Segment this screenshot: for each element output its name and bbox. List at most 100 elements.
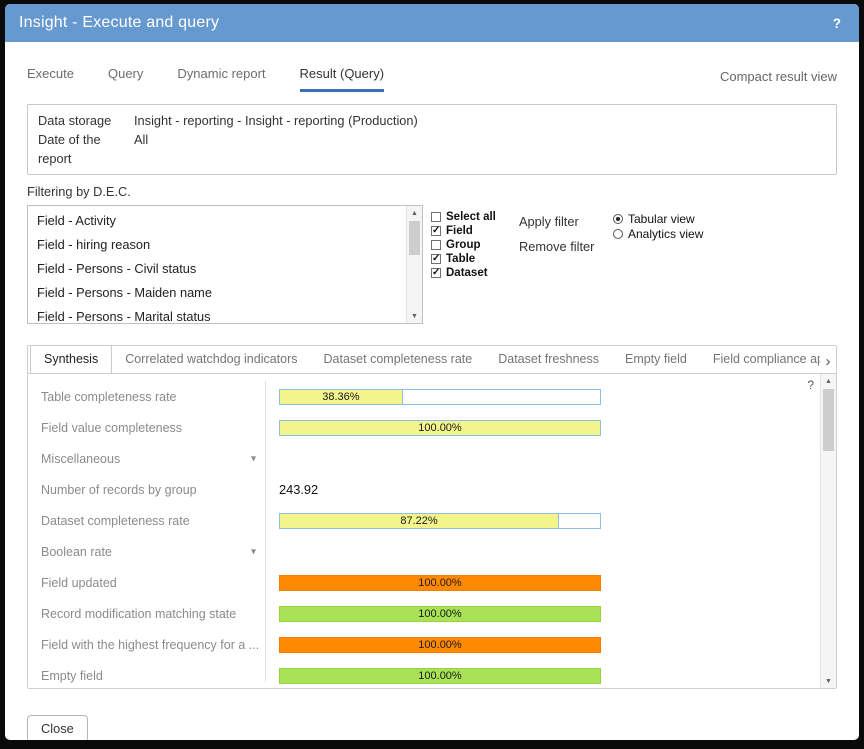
dec-filter-listbox[interactable]: Field - ActivityField - hiring reasonFie… — [27, 205, 423, 324]
checkbox-label: Select all — [446, 211, 496, 223]
scroll-up-icon[interactable]: ▲ — [407, 206, 422, 220]
scroll-down-icon[interactable]: ▼ — [821, 674, 836, 688]
info-row: Date of the reportAll — [38, 130, 826, 168]
compact-result-view-link[interactable]: Compact result view — [720, 69, 837, 92]
tab-result-query[interactable]: Result (Query) — [300, 66, 385, 92]
metric-row-field-value-completeness: Field value completeness 100.00% — [28, 412, 820, 443]
checkbox-label: Field — [446, 225, 473, 237]
results-panel: SynthesisCorrelated watchdog indicatorsD… — [27, 345, 837, 689]
checkbox-box — [431, 240, 441, 250]
list-item[interactable]: Field - hiring reason — [28, 233, 406, 257]
metric-label: Field updated — [28, 576, 265, 590]
metric-gauge: 87.22% — [279, 513, 601, 529]
gauge-track: 100.00% — [279, 606, 601, 622]
gauge-fill: 100.00% — [280, 638, 600, 652]
metric-row-miscellaneous: Miscellaneous▾ — [28, 443, 820, 474]
results-tab-bar: SynthesisCorrelated watchdog indicatorsD… — [28, 346, 836, 374]
result-tab-empty-field[interactable]: Empty field — [612, 346, 700, 373]
info-label: Date of the report — [38, 130, 134, 168]
metric-label: Record modification matching state — [28, 607, 265, 621]
metric-label: Field value completeness — [28, 421, 265, 435]
result-tab-field-compliance-ap[interactable]: Field compliance ap — [700, 346, 836, 373]
radio-label: Tabular view — [628, 212, 695, 226]
remove-filter-button[interactable]: Remove filter — [519, 239, 599, 254]
collapse-arrow-icon[interactable]: ▾ — [251, 546, 256, 557]
radio-label: Analytics view — [628, 227, 703, 241]
apply-filter-button[interactable]: Apply filter — [519, 214, 599, 229]
checkbox-box: ✓ — [431, 268, 441, 278]
tab-overflow-chevron-icon[interactable]: › — [820, 350, 836, 372]
metric-label: Empty field — [28, 669, 265, 683]
tab-dynamic-report[interactable]: Dynamic report — [177, 66, 265, 92]
dialog-window: Insight - Execute and query ? Execute Que… — [5, 4, 859, 740]
collapse-arrow-icon[interactable]: ▾ — [251, 453, 256, 464]
gauge-value: 100.00% — [418, 577, 461, 589]
metric-row-field-updated: Field updated 100.00% — [28, 567, 820, 598]
list-item[interactable]: Field - Persons - Marital status — [28, 305, 406, 323]
checkbox-box — [431, 212, 441, 222]
gauge-fill: 100.00% — [280, 607, 600, 621]
list-item[interactable]: Field - Persons - Civil status — [28, 257, 406, 281]
tab-query[interactable]: Query — [108, 66, 143, 92]
view-options: Tabular viewAnalytics view — [613, 205, 703, 324]
gauge-track: 100.00% — [279, 668, 601, 684]
results-scrollbar-thumb[interactable] — [823, 389, 834, 451]
info-value: Insight - reporting - Insight - reportin… — [134, 111, 418, 130]
metrics-list: Table completeness rate 38.36% Field value… — [28, 374, 820, 688]
label-column-divider — [265, 381, 266, 682]
results-scrollbar[interactable]: ▲ ▼ — [820, 374, 836, 688]
checkbox-dataset[interactable]: ✓Dataset — [431, 266, 507, 280]
checkbox-field[interactable]: ✓ Field — [431, 224, 507, 238]
metric-label: Dataset completeness rate — [28, 514, 265, 528]
help-icon[interactable]: ? — [829, 16, 845, 31]
checkbox-box: ✓ — [431, 226, 441, 236]
listbox-scrollbar[interactable]: ▲ ▼ — [406, 206, 422, 323]
gauge-track: 100.00% — [279, 575, 601, 591]
main-tab-bar: Execute Query Dynamic report Result (Query)… — [27, 66, 837, 92]
radio-tabular-view[interactable]: Tabular view — [613, 211, 703, 226]
close-button[interactable]: Close — [27, 715, 88, 740]
metric-row-record-modification-matching-state: Record modification matching state 100.00… — [28, 598, 820, 629]
gauge-value: 38.36% — [322, 391, 359, 403]
gauge-fill: 87.22% — [280, 514, 559, 528]
titlebar: Insight - Execute and query ? — [5, 4, 859, 42]
checkbox-select-all[interactable]: Select all — [431, 210, 507, 224]
metric-label: Boolean rate▾ — [28, 545, 265, 559]
gauge-value: 100.00% — [418, 670, 461, 682]
gauge-value: 87.22% — [400, 515, 437, 527]
scroll-up-icon[interactable]: ▲ — [821, 374, 836, 388]
radio-analytics-view[interactable]: Analytics view — [613, 226, 703, 241]
gauge-value: 100.00% — [418, 608, 461, 620]
gauge-track: 100.00% — [279, 637, 601, 653]
metric-gauge: 100.00% — [279, 606, 601, 622]
metric-row-empty-field: Empty field 100.00% — [28, 660, 820, 688]
list-item[interactable]: Field - Activity — [28, 209, 406, 233]
metric-gauge: 100.00% — [279, 668, 601, 684]
tab-execute[interactable]: Execute — [27, 66, 74, 92]
result-tab-dataset-completeness-rate[interactable]: Dataset completeness rate — [311, 346, 486, 373]
metric-label: Miscellaneous▾ — [28, 452, 265, 466]
gauge-fill: 38.36% — [280, 390, 403, 404]
checkbox-box: ✓ — [431, 254, 441, 264]
gauge-value: 100.00% — [418, 422, 461, 434]
metric-row-table-completeness-rate: Table completeness rate 38.36% — [28, 381, 820, 412]
info-value: All — [134, 130, 148, 168]
metric-label: Table completeness rate — [28, 390, 265, 404]
filter-type-checkboxes: Select all ✓ FieldGroup ✓ Table✓Dataset — [431, 205, 507, 324]
metric-gauge: 38.36% — [279, 389, 601, 405]
main-tab-list: Execute Query Dynamic report Result (Query) — [27, 66, 384, 92]
metric-row-number-of-records-by-group: Number of records by group243.92 — [28, 474, 820, 505]
metric-label: Field with the highest frequency for a .… — [28, 638, 265, 652]
result-tab-dataset-freshness[interactable]: Dataset freshness — [485, 346, 612, 373]
checkbox-table[interactable]: ✓ Table — [431, 252, 507, 266]
result-tab-synthesis[interactable]: Synthesis — [30, 345, 112, 373]
result-tab-correlated-watchdog-indicators[interactable]: Correlated watchdog indicators — [112, 346, 310, 373]
metric-gauge: 100.00% — [279, 575, 601, 591]
info-label: Data storage — [38, 111, 134, 130]
listbox-scrollbar-thumb[interactable] — [409, 221, 420, 255]
scroll-down-icon[interactable]: ▼ — [407, 309, 422, 323]
results-tab-list: SynthesisCorrelated watchdog indicatorsD… — [30, 345, 836, 373]
list-item[interactable]: Field - Persons - Maiden name — [28, 281, 406, 305]
checkbox-group[interactable]: Group — [431, 238, 507, 252]
checkbox-label: Table — [446, 253, 475, 265]
